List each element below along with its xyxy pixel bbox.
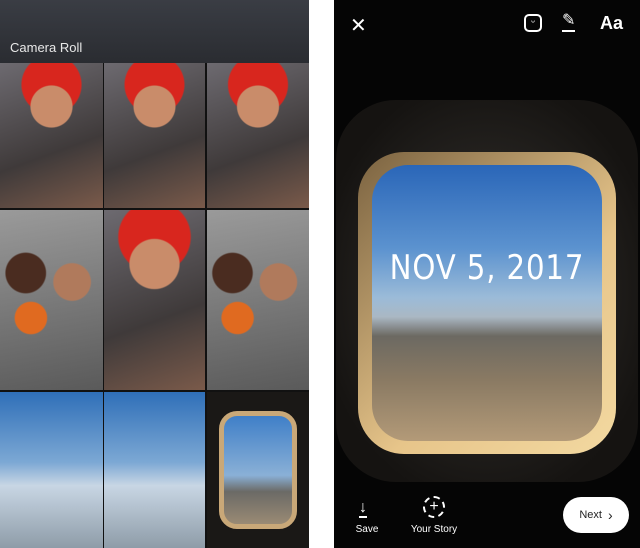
your-story-button-label[interactable]: Your Story — [404, 524, 464, 535]
next-button[interactable]: Next › — [563, 497, 629, 533]
photo-thumbnail[interactable] — [104, 210, 205, 390]
photo-thumbnail[interactable] — [0, 210, 103, 390]
photo-thumbnail[interactable] — [207, 63, 309, 208]
camera-roll-screen: Camera Roll — [0, 0, 309, 548]
pen-icon[interactable]: ✎ — [562, 12, 576, 32]
camera-roll-header: Camera Roll — [0, 0, 309, 63]
camera-roll-title[interactable]: Camera Roll — [10, 40, 82, 55]
next-label: Next — [579, 509, 602, 521]
text-tool-button[interactable]: Aa — [600, 13, 623, 34]
date-sticker[interactable]: NOV 5, 2017 — [355, 248, 618, 288]
add-to-story-icon[interactable]: + — [423, 496, 445, 518]
photo-thumbnail-selected[interactable] — [207, 392, 309, 548]
photo-thumbnail[interactable] — [104, 392, 205, 548]
photo-thumbnail[interactable] — [104, 63, 205, 208]
save-button-label[interactable]: Save — [352, 524, 382, 535]
close-icon[interactable]: ✕ — [350, 13, 367, 38]
save-icon[interactable]: ↓ — [359, 500, 367, 518]
sticker-icon[interactable]: ᵕ — [524, 14, 542, 32]
photo-thumbnail[interactable] — [0, 63, 103, 208]
photo-thumbnail[interactable] — [207, 210, 309, 390]
airplane-window-photo — [336, 100, 638, 482]
chevron-right-icon: › — [607, 507, 613, 523]
story-editor-screen: NOV 5, 2017 ✕ ᵕ ✎ Aa ↓ Save + Your Story… — [334, 0, 640, 548]
photo-thumbnail[interactable] — [0, 392, 103, 548]
